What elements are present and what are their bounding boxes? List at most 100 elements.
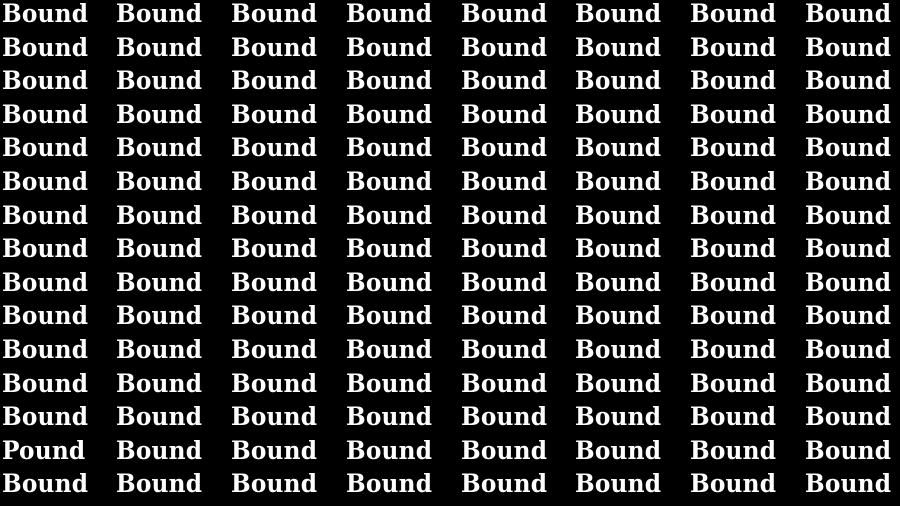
word-cell: Bound [805, 435, 892, 465]
word-cell: Bound [231, 32, 318, 62]
word-cell: Bound [2, 0, 89, 28]
word-cell: Bound [2, 402, 89, 432]
word-grid: Bound Bound Bound Bound Bound Bound Bound Bound… [0, 0, 900, 506]
word-cell: Bound [2, 469, 89, 499]
word-cell: Bound [690, 133, 777, 163]
word-cell: Bound [116, 368, 203, 398]
word-cell: Bound [116, 0, 203, 28]
word-cell: Bound [575, 234, 662, 264]
grid-row: Bound Bound Bound Bound Bound Bound Bound Bound [0, 369, 900, 403]
word-cell: Bound [461, 234, 548, 264]
word-cell: Bound [2, 200, 89, 230]
word-cell: Bound [346, 200, 433, 230]
word-cell: Bound [805, 402, 892, 432]
word-cell: Bound [2, 99, 89, 129]
word-cell: Bound [231, 99, 318, 129]
word-cell: Bound [690, 32, 777, 62]
word-cell: Bound [690, 234, 777, 264]
word-cell: Bound [346, 435, 433, 465]
word-cell: Bound [231, 200, 318, 230]
word-cell: Bound [690, 335, 777, 364]
word-cell: Bound [116, 234, 203, 264]
word-cell: Bound [461, 335, 548, 364]
grid-row: Bound Bound Bound Bound Bound Bound Bound Bound [0, 402, 900, 436]
word-cell: Bound [575, 0, 662, 28]
word-cell: Bound [575, 167, 662, 196]
word-cell: Bound [116, 32, 203, 62]
word-cell: Bound [2, 167, 89, 196]
word-cell: Bound [575, 133, 662, 163]
word-cell: Bound [575, 335, 662, 364]
word-cell: Bound [346, 234, 433, 264]
word-cell: Bound [346, 402, 433, 432]
word-cell: Bound [575, 301, 662, 331]
word-cell: Bound [461, 167, 548, 196]
word-cell: Bound [805, 32, 892, 62]
word-cell: Bound [346, 0, 433, 28]
grid-row: Bound Bound Bound Bound Bound Bound Bound Bound [0, 100, 900, 134]
word-cell: Bound [575, 402, 662, 432]
word-cell: Bound [461, 133, 548, 163]
word-cell: Bound [2, 32, 89, 62]
grid-row: Bound Bound Bound Bound Bound Bound Bound Bound [0, 33, 900, 67]
word-cell: Bound [346, 66, 433, 96]
grid-row: Bound Bound Bound Bound Bound Bound Bound Bound [0, 133, 900, 167]
word-cell: Bound [575, 200, 662, 230]
grid-row: Bound Bound Bound Bound Bound Bound Bound Bound [0, 268, 900, 302]
word-cell: Bound [461, 402, 548, 432]
grid-row: Bound Bound Bound Bound Bound Bound Bound Bound [0, 167, 900, 201]
word-cell: Bound [805, 66, 892, 96]
word-cell: Bound [805, 335, 892, 364]
word-cell: Bound [346, 335, 433, 364]
word-cell: Bound [231, 234, 318, 264]
word-cell: Bound [231, 301, 318, 331]
word-cell: Bound [116, 200, 203, 230]
word-cell: Bound [461, 368, 548, 398]
grid-row: Bound Bound Bound Bound Bound Bound Bound Bound [0, 469, 900, 503]
word-cell: Bound [575, 267, 662, 297]
word-cell: Bound [690, 66, 777, 96]
grid-row: Bound Bound Bound Bound Bound Bound Bound Bound [0, 201, 900, 235]
grid-row: Bound Bound Bound Bound Bound Bound Bound Bound [0, 301, 900, 335]
word-cell: Bound [461, 267, 548, 297]
word-cell: Bound [575, 469, 662, 499]
word-cell: Bound [575, 32, 662, 62]
word-cell: Bound [690, 167, 777, 196]
word-cell: Bound [2, 133, 89, 163]
word-cell: Bound [805, 267, 892, 297]
word-cell: Bound [690, 0, 777, 28]
word-cell: Bound [461, 435, 548, 465]
word-cell: Bound [805, 167, 892, 196]
word-cell: Bound [2, 234, 89, 264]
word-cell: Bound [116, 267, 203, 297]
word-cell: Bound [231, 435, 318, 465]
word-cell: Bound [116, 335, 203, 364]
word-cell: Bound [2, 335, 89, 364]
word-cell: Bound [690, 368, 777, 398]
grid-row: Bound Bound Bound Bound Bound Bound Bound Bound [0, 0, 900, 33]
word-cell: Bound [231, 267, 318, 297]
word-cell: Bound [116, 435, 203, 465]
grid-row: Bound Bound Bound Bound Bound Bound Bound Bound [0, 335, 900, 369]
word-cell: Bound [2, 368, 89, 398]
word-cell: Bound [690, 469, 777, 499]
odd-word-cell: Pound [2, 435, 86, 465]
word-cell: Bound [805, 99, 892, 129]
word-cell: Bound [461, 200, 548, 230]
word-cell: Bound [231, 368, 318, 398]
word-cell: Bound [805, 368, 892, 398]
word-cell: Bound [116, 301, 203, 331]
word-cell: Bound [575, 99, 662, 129]
word-cell: Bound [346, 167, 433, 196]
word-cell: Bound [2, 267, 89, 297]
word-cell: Bound [805, 234, 892, 264]
word-cell: Bound [805, 200, 892, 230]
word-cell: Bound [690, 402, 777, 432]
grid-row: Pound Bound Bound Bound Bound Bound Bound Bound [0, 436, 900, 470]
word-cell: Bound [461, 32, 548, 62]
word-cell: Bound [116, 167, 203, 196]
word-cell: Bound [805, 469, 892, 499]
word-cell: Bound [461, 99, 548, 129]
word-cell: Bound [2, 66, 89, 96]
word-cell: Bound [231, 335, 318, 364]
